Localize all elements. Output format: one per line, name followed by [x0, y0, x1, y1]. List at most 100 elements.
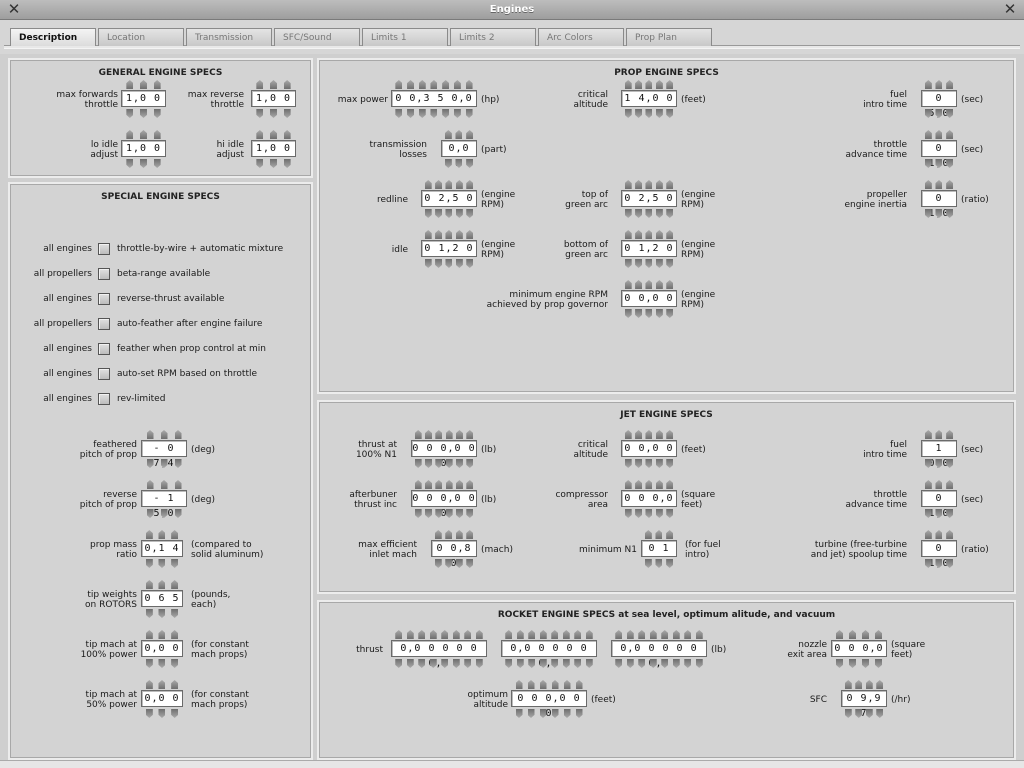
bottom-green-arc-stepper[interactable]: 0 1,2 0 0: [621, 230, 677, 270]
rocket-thrust-vacuum-value[interactable]: 0,0 0 0 0 0 0,0: [611, 640, 707, 669]
tip-mach-100-value[interactable]: 0,0 0: [141, 640, 183, 657]
arrow-up-icon[interactable]: [147, 480, 154, 489]
arrow-down-icon[interactable]: [925, 159, 932, 168]
arrow-down-icon[interactable]: [256, 109, 263, 118]
arrow-up-icon[interactable]: [645, 480, 652, 489]
option-auto-set-rpm[interactable]: all engines auto-set RPM based on thrott…: [0, 368, 313, 382]
arrow-down-icon[interactable]: [866, 709, 873, 718]
arrow-down-icon[interactable]: [161, 459, 168, 468]
arrow-down-icon[interactable]: [466, 459, 473, 468]
arrow-down-icon[interactable]: [505, 659, 512, 668]
arrow-down-icon[interactable]: [946, 459, 953, 468]
arrow-up-icon[interactable]: [935, 480, 942, 489]
arrow-up-icon[interactable]: [161, 430, 168, 439]
arrow-up-icon[interactable]: [415, 430, 422, 439]
arrow-down-icon[interactable]: [946, 209, 953, 218]
arrow-down-icon[interactable]: [476, 659, 483, 668]
arrow-down-icon[interactable]: [445, 259, 452, 268]
arrow-down-icon[interactable]: [126, 109, 133, 118]
arrow-up-icon[interactable]: [146, 530, 153, 539]
arrow-up-icon[interactable]: [666, 480, 673, 489]
arrow-down-icon[interactable]: [453, 659, 460, 668]
arrow-down-icon[interactable]: [425, 459, 432, 468]
arrow-up-icon[interactable]: [866, 680, 873, 689]
arrow-down-icon[interactable]: [645, 309, 652, 318]
arrow-up-icon[interactable]: [446, 480, 453, 489]
jet-critical-altitude-value[interactable]: 0 0,0 0 0: [621, 440, 677, 469]
arrow-down-icon[interactable]: [442, 109, 449, 118]
arrow-down-icon[interactable]: [684, 659, 691, 668]
arrow-down-icon[interactable]: [656, 259, 663, 268]
arrow-up-icon[interactable]: [464, 630, 471, 639]
rocket-thrust-optimum-value[interactable]: 0,0 0 0 0 0 0,0: [501, 640, 597, 669]
arrow-down-icon[interactable]: [946, 509, 953, 518]
arrow-up-icon[interactable]: [666, 430, 673, 439]
arrow-up-icon[interactable]: [684, 630, 691, 639]
tab-limits-1[interactable]: Limits 1: [362, 28, 448, 46]
arrow-down-icon[interactable]: [445, 159, 452, 168]
arrow-down-icon[interactable]: [445, 559, 452, 568]
arrow-up-icon[interactable]: [270, 130, 277, 139]
arrow-up-icon[interactable]: [586, 630, 593, 639]
arrow-up-icon[interactable]: [935, 180, 942, 189]
arrow-up-icon[interactable]: [656, 80, 663, 89]
arrow-up-icon[interactable]: [445, 130, 452, 139]
tab-transmission[interactable]: Transmission: [186, 28, 272, 46]
throttle-by-wire-checkbox[interactable]: [98, 243, 110, 255]
tab-sfc-sound[interactable]: SFC/Sound: [274, 28, 360, 46]
arrow-down-icon[interactable]: [430, 109, 437, 118]
feather-min-checkbox[interactable]: [98, 343, 110, 355]
arrow-down-icon[interactable]: [540, 709, 547, 718]
arrow-down-icon[interactable]: [158, 609, 165, 618]
close-icon-left[interactable]: ✕: [6, 1, 22, 17]
tab-arc-colors[interactable]: Arc Colors: [538, 28, 624, 46]
arrow-down-icon[interactable]: [635, 459, 642, 468]
arrow-down-icon[interactable]: [635, 209, 642, 218]
minimum-n1-value[interactable]: 0 1 0: [641, 540, 677, 569]
arrow-up-icon[interactable]: [836, 630, 843, 639]
arrow-down-icon[interactable]: [528, 659, 535, 668]
jet-fuel-intro-stepper[interactable]: 1 0,0: [921, 430, 957, 470]
arrow-down-icon[interactable]: [673, 659, 680, 668]
arrow-up-icon[interactable]: [625, 430, 632, 439]
arrow-up-icon[interactable]: [425, 180, 432, 189]
arrow-down-icon[interactable]: [158, 559, 165, 568]
prop-mass-ratio-value[interactable]: 0,1 4: [141, 540, 183, 557]
rev-limited-checkbox[interactable]: [98, 393, 110, 405]
arrow-up-icon[interactable]: [855, 680, 862, 689]
arrow-up-icon[interactable]: [946, 130, 953, 139]
arrow-down-icon[interactable]: [645, 509, 652, 518]
arrow-up-icon[interactable]: [419, 80, 426, 89]
arrow-down-icon[interactable]: [551, 659, 558, 668]
afterburner-stepper[interactable]: 0 0 0,0 0 0: [411, 480, 477, 520]
arrow-up-icon[interactable]: [446, 430, 453, 439]
arrow-up-icon[interactable]: [435, 530, 442, 539]
arrow-up-icon[interactable]: [615, 630, 622, 639]
arrow-down-icon[interactable]: [635, 109, 642, 118]
arrow-up-icon[interactable]: [140, 130, 147, 139]
inlet-mach-stepper[interactable]: 0 0,8 0: [431, 530, 477, 570]
arrow-down-icon[interactable]: [446, 509, 453, 518]
arrow-up-icon[interactable]: [625, 230, 632, 239]
arrow-down-icon[interactable]: [855, 709, 862, 718]
arrow-down-icon[interactable]: [655, 559, 662, 568]
arrow-down-icon[interactable]: [140, 109, 147, 118]
arrow-up-icon[interactable]: [171, 530, 178, 539]
arrow-up-icon[interactable]: [476, 630, 483, 639]
arrow-up-icon[interactable]: [516, 680, 523, 689]
arrow-down-icon[interactable]: [635, 259, 642, 268]
arrow-up-icon[interactable]: [415, 480, 422, 489]
arrow-down-icon[interactable]: [146, 559, 153, 568]
arrow-down-icon[interactable]: [946, 109, 953, 118]
arrow-down-icon[interactable]: [435, 209, 442, 218]
arrow-up-icon[interactable]: [466, 230, 473, 239]
arrow-up-icon[interactable]: [925, 180, 932, 189]
arrow-down-icon[interactable]: [650, 659, 657, 668]
arrow-down-icon[interactable]: [516, 709, 523, 718]
arrow-down-icon[interactable]: [935, 459, 942, 468]
arrow-down-icon[interactable]: [946, 559, 953, 568]
arrow-down-icon[interactable]: [925, 509, 932, 518]
feathered-pitch-stepper[interactable]: - 0 7,4: [141, 430, 187, 470]
arrow-down-icon[interactable]: [171, 559, 178, 568]
arrow-down-icon[interactable]: [935, 159, 942, 168]
